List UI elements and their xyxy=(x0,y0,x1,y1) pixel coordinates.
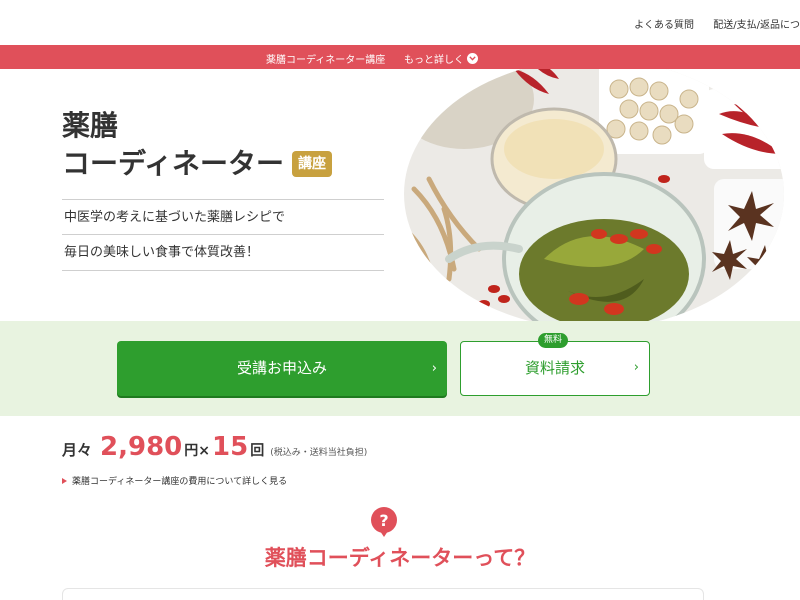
triangle-right-icon xyxy=(62,477,67,484)
hero-description: 中医学の考えに基づいた薬膳レシピで 毎日の美味しい食事で体質改善！ xyxy=(62,199,384,271)
more-details-link[interactable]: もっと詳しく xyxy=(404,51,478,66)
apply-button[interactable]: 受講お申込み › xyxy=(117,341,447,396)
installment-unit: 回 xyxy=(250,443,265,459)
cta-band: 受講お申込み › 資料請求 › 無料 xyxy=(0,321,800,416)
apply-button-label: 受講お申込み xyxy=(236,359,327,377)
price-detail-link[interactable]: 薬膳コーディネーター講座の費用について詳しく見る xyxy=(62,474,287,487)
price-line: 月々 2,980 円× 15 回 (税込み・送料当社負担) xyxy=(62,432,367,462)
hero-title-line2: コーディネーター xyxy=(62,147,285,180)
hero-desc-line1: 中医学の考えに基づいた薬膳レシピで xyxy=(62,199,384,235)
question-speech-bubble-icon: ? xyxy=(369,507,399,537)
herbal-tea-photo xyxy=(404,69,784,321)
faq-link[interactable]: よくある質問 xyxy=(634,20,694,31)
content-card xyxy=(62,588,704,600)
utility-links: よくある質問 配送/支払/返品につ xyxy=(618,16,800,31)
chevron-down-icon xyxy=(467,53,478,64)
hero-title-line1: 薬膳 xyxy=(62,109,119,142)
course-badge: 講座 xyxy=(292,151,333,177)
more-details-label: もっと詳しく xyxy=(404,55,464,66)
free-badge: 無料 xyxy=(538,333,569,348)
price-detail-label: 薬膳コーディネーター講座の費用について詳しく見る xyxy=(72,477,288,487)
installment-count: 15 xyxy=(212,432,249,462)
course-nav-band: 薬膳コーディネーター講座 もっと詳しく xyxy=(0,45,800,69)
section-title: 薬膳コーディネーターって？ xyxy=(264,546,536,570)
top-utility-bar: よくある質問 配送/支払/返品につ xyxy=(0,0,800,45)
hero-desc-line2: 毎日の美味しい食事で体質改善！ xyxy=(62,235,384,271)
request-materials-button[interactable]: 資料請求 › xyxy=(460,341,650,396)
price-amount: 2,980 xyxy=(100,432,183,462)
course-nav-title[interactable]: 薬膳コーディネーター講座 xyxy=(266,51,385,66)
price-unit: 円× xyxy=(184,443,210,459)
svg-text:?: ? xyxy=(379,511,388,530)
request-button-label: 資料請求 xyxy=(524,359,585,377)
shipping-payment-link[interactable]: 配送/支払/返品につ xyxy=(713,20,800,31)
chevron-right-icon: › xyxy=(633,360,639,375)
hero-section: 薬膳 コーディネーター 講座 中医学の考えに基づいた薬膳レシピで 毎日の美味しい… xyxy=(0,69,800,321)
hero-title: 薬膳 コーディネーター 講座 xyxy=(62,107,333,183)
chevron-right-icon: › xyxy=(431,361,437,376)
price-note: (税込み・送料当社負担) xyxy=(270,448,368,458)
price-prefix: 月々 xyxy=(62,441,93,459)
